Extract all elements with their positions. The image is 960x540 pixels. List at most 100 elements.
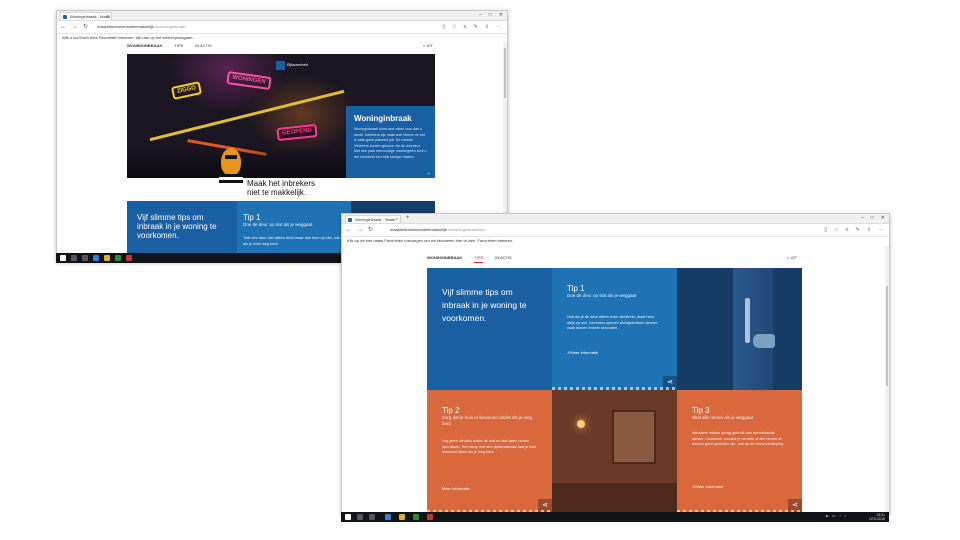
reading-view-icon[interactable]: ▯ bbox=[824, 225, 827, 235]
back-icon[interactable]: ← bbox=[61, 22, 67, 32]
url-host: maakhetinbrekersnietemakkelijk bbox=[390, 227, 447, 232]
search-icon[interactable] bbox=[357, 514, 363, 520]
start-icon[interactable] bbox=[60, 255, 66, 261]
edge-icon[interactable] bbox=[385, 514, 391, 520]
store-icon[interactable] bbox=[115, 255, 121, 261]
hub-icon[interactable]: ≡ bbox=[846, 225, 849, 235]
intro-tile: Vijf slimme tips om inbraak in je woning… bbox=[127, 201, 237, 261]
forward-icon[interactable]: → bbox=[72, 22, 78, 32]
scrollbar-thumb[interactable] bbox=[886, 286, 888, 386]
note-icon[interactable]: ✎ bbox=[856, 225, 860, 235]
system-clock[interactable]: 13:21 12-5-2016 bbox=[869, 513, 885, 521]
edge-icon[interactable] bbox=[93, 255, 99, 261]
more-icon[interactable]: ⋯ bbox=[878, 225, 883, 235]
nav-in-actie[interactable]: IN ACTIE bbox=[495, 254, 512, 263]
close-icon[interactable]: ✕ bbox=[499, 11, 503, 20]
favorites-bar: Klik op de ster naast Favorieten toevoeg… bbox=[342, 237, 889, 245]
minimize-icon[interactable]: – bbox=[861, 214, 864, 223]
scrollbar-thumb[interactable] bbox=[504, 48, 506, 98]
tip3-title: Tip 3 bbox=[692, 406, 710, 415]
navigation-bar: ← → ↻ maakhetinbrekersnietemakkelijk.nl/… bbox=[342, 224, 889, 237]
address-bar[interactable]: maakhetinbrekersnietemakkelijk.nl/woning… bbox=[97, 23, 185, 31]
door-handle bbox=[745, 298, 750, 343]
app-icon[interactable] bbox=[427, 514, 433, 520]
nav-tips[interactable]: TIPS bbox=[174, 42, 183, 50]
tip2-more-link[interactable]: Meer informatie bbox=[442, 486, 470, 491]
app-icon[interactable] bbox=[126, 255, 132, 261]
refresh-icon[interactable]: ↻ bbox=[368, 225, 373, 235]
tab-title: Woninginbraak - Maak bbox=[355, 217, 395, 222]
tip3-body: Inbrekers maken graag gebruik van openst… bbox=[692, 431, 785, 446]
task-view-icon[interactable] bbox=[82, 255, 88, 261]
share-toolbar-icon[interactable]: ⇪ bbox=[485, 22, 489, 32]
uit-label: UIT bbox=[426, 43, 433, 48]
favorites-bar: Wilt u uw Extra Kies Favorieten beheren,… bbox=[57, 34, 507, 42]
tip1-more-label: Meer informatie bbox=[570, 350, 599, 355]
scrollbar[interactable] bbox=[885, 246, 889, 514]
minimize-icon[interactable]: – bbox=[479, 11, 482, 20]
forward-icon[interactable]: → bbox=[357, 225, 363, 235]
house-image-tile bbox=[552, 390, 677, 513]
contrast-toggle[interactable]: ◐ UIT bbox=[423, 42, 433, 50]
window-frame bbox=[612, 410, 656, 464]
tray-icons[interactable]: ▲▭◔♪ bbox=[825, 513, 849, 518]
door-image-tile bbox=[677, 268, 802, 390]
browser-tab[interactable]: Woninginbraak - Maak × bbox=[60, 12, 112, 20]
search-icon[interactable] bbox=[71, 255, 77, 261]
browser-tab[interactable]: Woninginbraak - Maak × bbox=[345, 215, 401, 223]
hero-info-panel: Woninginbraak Woninginbraak komt veel va… bbox=[346, 106, 435, 178]
tab-strip: Woninginbraak - Maak × + – □ ✕ bbox=[342, 214, 889, 224]
nav-tips[interactable]: TIPS bbox=[474, 254, 484, 263]
note-icon[interactable]: ✎ bbox=[474, 22, 478, 32]
chevron-down-icon[interactable]: ⌄ bbox=[427, 170, 431, 176]
contrast-toggle[interactable]: ◐ UIT bbox=[787, 254, 797, 262]
tab-close-icon[interactable]: × bbox=[395, 216, 398, 223]
task-view-icon[interactable] bbox=[369, 514, 375, 520]
star-icon[interactable]: ☆ bbox=[452, 22, 456, 32]
tab-close-icon[interactable]: × bbox=[106, 13, 109, 20]
hero-panel-text: Woninginbraak komt veel vaker voor dan u… bbox=[354, 127, 427, 159]
share-toolbar-icon[interactable]: ⇪ bbox=[867, 225, 871, 235]
nav-woninginbraak[interactable]: WONINGINBRAAK bbox=[427, 254, 462, 263]
explorer-icon[interactable] bbox=[104, 255, 110, 261]
site-navigation: WONINGINBRAAK TIPS IN ACTIE bbox=[127, 42, 212, 50]
new-tab-icon[interactable]: + bbox=[406, 214, 410, 223]
explorer-icon[interactable] bbox=[399, 514, 405, 520]
tip1-title: Tip 1 bbox=[243, 213, 261, 222]
intro-tile: Vijf slimme tips om inbraak in je woning… bbox=[427, 268, 552, 390]
tip1-tile[interactable]: Tip 1 Doe de deur op slot als je weggaat… bbox=[237, 201, 351, 261]
maximize-icon[interactable]: □ bbox=[489, 11, 492, 20]
url-path: .nl/woninginbraak/tips bbox=[446, 227, 486, 232]
door-panel bbox=[733, 268, 773, 390]
star-icon[interactable]: ☆ bbox=[834, 225, 838, 235]
tip3-more-label: Meer informatie bbox=[695, 484, 724, 489]
mascot-shirt bbox=[219, 174, 243, 186]
maximize-icon[interactable]: □ bbox=[871, 214, 874, 223]
tab-favicon-icon bbox=[63, 15, 67, 19]
tip2-tile[interactable]: Tip 2 Zorg dat je huis er bewoond uitzie… bbox=[427, 390, 552, 513]
refresh-icon[interactable]: ↻ bbox=[83, 22, 88, 32]
back-icon[interactable]: ← bbox=[346, 225, 352, 235]
reading-view-icon[interactable]: ▯ bbox=[442, 22, 445, 32]
close-icon[interactable]: ✕ bbox=[881, 214, 885, 223]
tip3-more-link[interactable]: ⇗Meer informatie bbox=[692, 484, 723, 489]
nav-in-actie[interactable]: IN ACTIE bbox=[195, 42, 212, 50]
tip1-tile[interactable]: Tip 1 Doe de deur op slot als je weggaat… bbox=[552, 268, 677, 390]
browser-window-front: Woninginbraak - Maak × + – □ ✕ ← → ↻ maa… bbox=[341, 213, 890, 515]
hub-icon[interactable]: ≡ bbox=[464, 22, 467, 32]
url-path: .nl/woninginbraak bbox=[153, 24, 186, 29]
tip2-title: Tip 2 bbox=[442, 406, 460, 415]
intro-text: Vijf slimme tips om inbraak in je woning… bbox=[442, 287, 527, 323]
nav-woninginbraak[interactable]: WONINGINBRAAK bbox=[127, 42, 162, 50]
tip3-tile[interactable]: Tip 3 Sluit alle ramen als je weggaat In… bbox=[677, 390, 802, 513]
slogan: Maak het inbrekers niet te makkelijk. bbox=[247, 179, 315, 197]
rijksoverheid-logo bbox=[276, 61, 285, 70]
address-bar[interactable]: maakhetinbrekersnietemakkelijk.nl/woning… bbox=[390, 226, 485, 234]
start-icon[interactable] bbox=[345, 514, 351, 520]
more-icon[interactable]: ⋯ bbox=[496, 22, 501, 32]
tip1-more-link[interactable]: ⇗Meer informatie bbox=[567, 350, 598, 355]
mascot-mask bbox=[225, 155, 237, 159]
slogan-line-1: Maak het inbrekers bbox=[247, 179, 316, 188]
tip1-body: Ook als je de deur alleen even dichttrek… bbox=[567, 315, 658, 330]
store-icon[interactable] bbox=[413, 514, 419, 520]
